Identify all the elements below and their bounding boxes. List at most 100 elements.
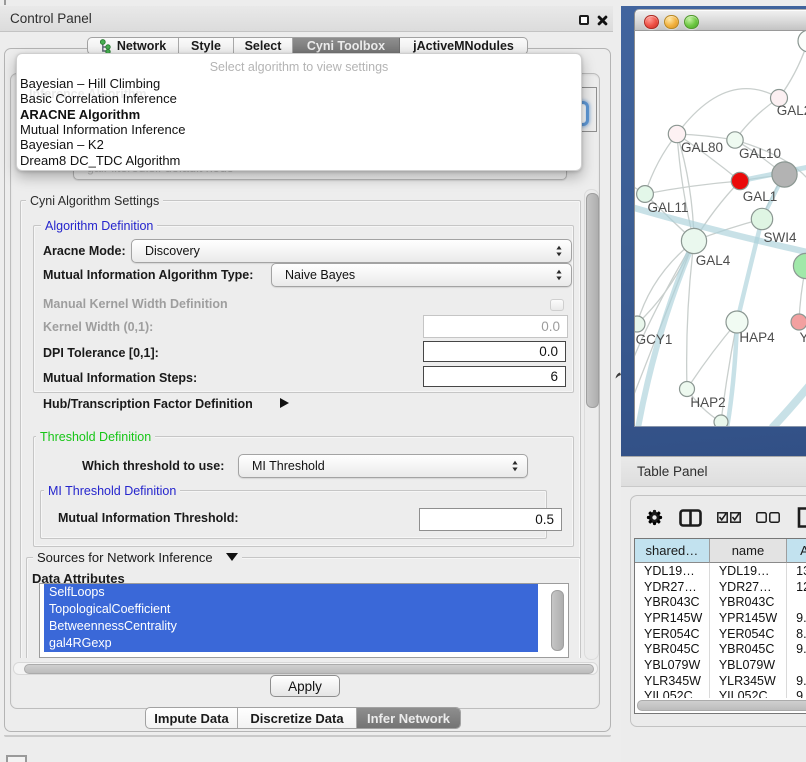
network-view[interactable]: GAL2GAL80GAL10GAL1GAL11GAL4SWI4GCY1HAP4Y… <box>634 31 806 427</box>
dpi-tolerance-label: DPI Tolerance [0,1]: <box>43 346 159 360</box>
node[interactable] <box>798 31 806 52</box>
settings-horizontal-scrollbar[interactable] <box>24 664 594 674</box>
node-gcy1[interactable] <box>634 316 645 332</box>
tab-label: Network <box>117 39 166 53</box>
node[interactable] <box>793 253 806 278</box>
kernel-width-label: Kernel Width (0,1): <box>43 320 153 334</box>
table-cell: YPR145W <box>710 610 787 626</box>
gear-icon[interactable] <box>646 509 663 526</box>
table-cell: 12. <box>787 579 806 595</box>
mi-threshold-input[interactable]: 0.5 <box>419 508 562 531</box>
attribute-item-betweennesscentrality[interactable]: BetweennessCentrality <box>44 618 538 635</box>
popup-item-aracne-algorithm[interactable]: ARACNE Algorithm <box>17 107 579 122</box>
table-cell: YDR27… <box>635 579 710 595</box>
table-cell: YER054C <box>710 626 787 642</box>
list-vertical-scrollbar[interactable] <box>551 590 564 651</box>
table-row[interactable]: YBR043CYBR043C <box>635 594 806 610</box>
node[interactable] <box>714 415 728 427</box>
popup-item-dream8-dc-tdc-algorithm[interactable]: Dream8 DC_TDC Algorithm <box>17 153 579 168</box>
node-label-gal4: GAL4 <box>696 253 731 268</box>
edge <box>735 98 779 140</box>
node-gal4[interactable] <box>681 228 706 253</box>
hub-definition-label[interactable]: Hub/Transcription Factor Definition <box>43 397 253 411</box>
node-label-gal2: GAL2 <box>777 103 806 118</box>
mi-steps-input[interactable]: 6 <box>423 366 566 387</box>
node-swi4[interactable] <box>751 208 772 229</box>
minimize-traffic-yellow[interactable] <box>664 15 679 30</box>
checked-boxes-icon[interactable] <box>717 512 741 524</box>
cyni-settings-group-title: Cyni Algorithm Settings <box>26 194 163 208</box>
bottom-tab-discretize-data[interactable]: Discretize Data <box>238 708 357 728</box>
table-row[interactable]: YER054CYER054C8. <box>635 626 806 642</box>
node-gal1[interactable] <box>731 172 748 189</box>
page-icon[interactable] <box>797 507 806 528</box>
table-cell: 9. <box>787 610 806 626</box>
table-row[interactable]: YDL19…YDL19…13. <box>635 563 806 579</box>
table-row[interactable]: YPR145WYPR145W9. <box>635 610 806 626</box>
node-label-gal11: GAL11 <box>647 200 688 215</box>
table-cell: YDR27… <box>710 579 787 595</box>
close-traffic-red[interactable] <box>644 15 659 30</box>
column-header-2[interactable]: name <box>710 539 787 563</box>
split-columns-icon[interactable] <box>679 509 702 527</box>
table-row[interactable]: YBR045CYBR045C9. <box>635 641 806 657</box>
node-table[interactable]: shared…nameAv…YDL19…YDL19…13.YDR27…YDR27… <box>634 538 806 714</box>
table-cell: YBR045C <box>635 641 710 657</box>
mi-algorithm-type-combo[interactable]: Naive Bayes <box>271 263 572 287</box>
node-label-hap2: HAP2 <box>690 395 725 410</box>
manual-kernel-checkbox[interactable] <box>550 299 564 311</box>
zoom-traffic-green[interactable] <box>684 15 699 30</box>
threshold-definition-title: Threshold Definition <box>36 430 155 444</box>
panel-bottom-edge <box>4 735 611 737</box>
tab-label: Style <box>191 39 221 53</box>
attribute-item-gal4rgexp[interactable]: gal4RGexp <box>44 635 538 652</box>
unchecked-boxes-icon[interactable] <box>756 512 780 524</box>
dpi-tolerance-input[interactable]: 0.0 <box>423 341 566 362</box>
edge-highlighted <box>727 322 737 427</box>
triangle-right-icon[interactable] <box>280 398 289 408</box>
mi-steps-value: 6 <box>550 369 558 384</box>
tab-select[interactable]: Select <box>234 38 293 54</box>
table-cell: YBR043C <box>710 594 787 610</box>
data-attributes-list[interactable]: SelfLoopsTopologicalCoefficientBetweenne… <box>39 583 569 658</box>
kernel-width-input[interactable]: 0.0 <box>423 315 568 338</box>
popup-item-bayesian-k2[interactable]: Bayesian – K2 <box>17 137 579 152</box>
table-row[interactable]: YLR345WYLR345W9. <box>635 673 806 689</box>
tab-style[interactable]: Style <box>179 38 234 54</box>
node[interactable] <box>772 162 797 187</box>
table-cell: 13. <box>787 563 806 579</box>
status-grip[interactable] <box>6 755 27 762</box>
tab-cyni-toolbox[interactable]: Cyni Toolbox <box>293 38 400 54</box>
aracne-mode-combo[interactable]: Discovery <box>131 239 572 263</box>
mi-steps-label: Mutual Information Steps: <box>43 371 197 385</box>
tab-network[interactable]: Network <box>88 38 179 54</box>
mi-threshold-title: MI Threshold Definition <box>44 484 180 498</box>
table-row[interactable]: YBL079WYBL079W <box>635 657 806 673</box>
algorithm-definition-title: Algorithm Definition <box>41 219 157 233</box>
apply-button-label: Apply <box>288 679 322 694</box>
which-threshold-combo[interactable]: MI Threshold <box>238 454 528 478</box>
combo-arrows-icon <box>512 461 518 472</box>
close-icon[interactable] <box>597 15 608 26</box>
node-y[interactable] <box>791 314 806 330</box>
settings-vertical-scrollbar[interactable] <box>586 193 599 408</box>
mi-threshold-label: Mutual Information Threshold: <box>58 511 239 525</box>
attribute-item-topologicalcoefficient[interactable]: TopologicalCoefficient <box>44 601 538 618</box>
mi-threshold-value: 0.5 <box>535 512 554 527</box>
table-cell: YBL079W <box>710 657 787 673</box>
table-cell: YLR345W <box>710 673 787 689</box>
attribute-item-selfloops[interactable]: SelfLoops <box>44 584 538 601</box>
triangle-down-icon[interactable] <box>226 553 238 561</box>
table-row[interactable]: YDR27…YDR27…12. <box>635 579 806 595</box>
float-icon[interactable] <box>579 15 590 26</box>
sources-title-text: Sources for Network Inference <box>37 550 213 565</box>
popup-item-mutual-information-inference[interactable]: Mutual Information Inference <box>17 122 579 137</box>
column-header-1[interactable]: shared… <box>635 539 710 563</box>
bottom-tab-infer-network[interactable]: Infer Network <box>357 708 460 728</box>
table-horizontal-scrollbar[interactable] <box>637 700 806 711</box>
apply-button[interactable]: Apply <box>270 675 340 697</box>
tab-jactivemnodules[interactable]: jActiveMNodules <box>400 38 527 54</box>
column-header-3[interactable]: Av… <box>787 539 806 563</box>
bottom-tab-impute-data[interactable]: Impute Data <box>146 708 238 728</box>
network-window-titlebar[interactable] <box>634 9 806 31</box>
